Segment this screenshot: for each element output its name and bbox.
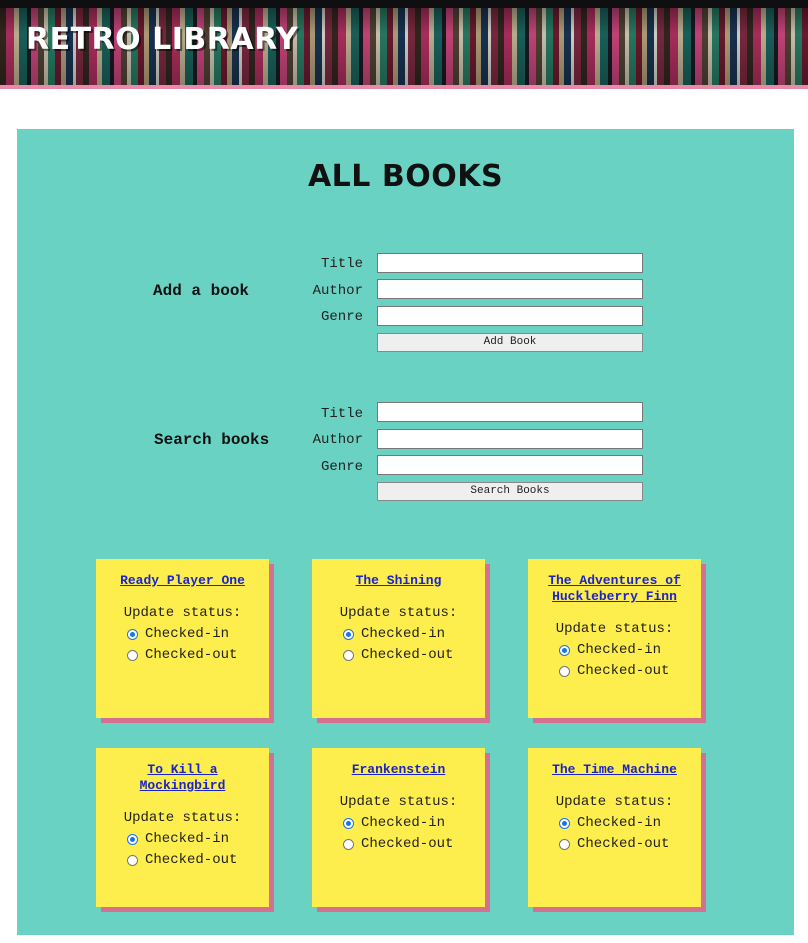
status-option-checked-in[interactable]: Checked-in <box>96 831 269 847</box>
book-card: The Time Machine Update status: Checked-… <box>528 748 701 907</box>
radio-label: Checked-in <box>361 815 446 831</box>
add-genre-label: Genre <box>320 309 363 325</box>
radio-button[interactable] <box>559 644 570 656</box>
search-author-label: Author <box>312 432 363 448</box>
update-status-label: Update status: <box>123 810 242 826</box>
add-author-label: Author <box>312 283 363 299</box>
radio-label: Checked-in <box>361 626 446 642</box>
search-title-input[interactable] <box>377 402 643 422</box>
search-genre-label: Genre <box>320 459 363 475</box>
radio-label: Checked-out <box>145 852 238 868</box>
radio-label: Checked-out <box>145 647 238 663</box>
update-status-label: Update status: <box>339 794 458 810</box>
book-card: The Adventures of Huckleberry Finn Updat… <box>528 559 701 718</box>
radio-label: Checked-out <box>577 663 670 679</box>
update-status-label: Update status: <box>123 605 242 621</box>
search-genre-input[interactable] <box>377 455 643 475</box>
radio-label: Checked-in <box>145 831 230 847</box>
site-title: RETRO LIBRARY <box>26 22 299 57</box>
radio-button[interactable] <box>127 854 138 866</box>
radio-button[interactable] <box>343 628 354 640</box>
book-title-link[interactable]: The Time Machine <box>540 762 689 778</box>
main-panel: ALL BOOKS Add a book Title Author Genre … <box>17 129 794 935</box>
book-card: Ready Player One Update status: Checked-… <box>96 559 269 718</box>
update-status-label: Update status: <box>555 621 674 637</box>
book-card: To Kill a Mockingbird Update status: Che… <box>96 748 269 907</box>
radio-button[interactable] <box>343 838 354 850</box>
radio-label: Checked-in <box>577 815 662 831</box>
search-title-label: Title <box>320 406 363 422</box>
book-card: Frankenstein Update status: Checked-in C… <box>312 748 485 907</box>
search-books-form: Search books Title Author Genre Search B… <box>17 401 794 501</box>
add-title-input[interactable] <box>377 253 643 273</box>
radio-button[interactable] <box>127 649 138 661</box>
search-books-button[interactable]: Search Books <box>377 482 643 501</box>
radio-label: Checked-out <box>577 836 670 852</box>
status-option-checked-in[interactable]: Checked-in <box>528 642 701 658</box>
radio-button[interactable] <box>559 665 570 677</box>
search-author-input[interactable] <box>377 429 643 449</box>
book-title-link[interactable]: To Kill a Mockingbird <box>108 762 257 794</box>
site-header: RETRO LIBRARY <box>0 0 808 89</box>
status-option-checked-in[interactable]: Checked-in <box>312 815 485 831</box>
radio-label: Checked-in <box>145 626 230 642</box>
status-option-checked-out[interactable]: Checked-out <box>312 647 485 663</box>
update-status-label: Update status: <box>339 605 458 621</box>
status-option-checked-in[interactable]: Checked-in <box>528 815 701 831</box>
radio-button[interactable] <box>559 817 570 829</box>
radio-button[interactable] <box>127 833 138 845</box>
status-option-checked-in[interactable]: Checked-in <box>312 626 485 642</box>
book-card: The Shining Update status: Checked-in Ch… <box>312 559 485 718</box>
status-option-checked-out[interactable]: Checked-out <box>96 647 269 663</box>
radio-button[interactable] <box>559 838 570 850</box>
book-title-link[interactable]: Frankenstein <box>324 762 473 778</box>
page-title: ALL BOOKS <box>307 159 504 194</box>
radio-label: Checked-out <box>361 836 454 852</box>
book-title-link[interactable]: The Shining <box>324 573 473 589</box>
add-title-label: Title <box>320 256 363 272</box>
update-status-label: Update status: <box>555 794 674 810</box>
add-book-button[interactable]: Add Book <box>377 333 643 352</box>
status-option-checked-in[interactable]: Checked-in <box>96 626 269 642</box>
status-option-checked-out[interactable]: Checked-out <box>312 836 485 852</box>
status-option-checked-out[interactable]: Checked-out <box>96 852 269 868</box>
book-title-link[interactable]: The Adventures of Huckleberry Finn <box>540 573 689 605</box>
radio-label: Checked-out <box>361 647 454 663</box>
book-title-link[interactable]: Ready Player One <box>108 573 257 589</box>
add-author-input[interactable] <box>377 279 643 299</box>
radio-button[interactable] <box>343 817 354 829</box>
radio-button[interactable] <box>343 649 354 661</box>
status-option-checked-out[interactable]: Checked-out <box>528 836 701 852</box>
status-option-checked-out[interactable]: Checked-out <box>528 663 701 679</box>
add-book-label: Add a book <box>153 282 250 300</box>
radio-label: Checked-in <box>577 642 662 658</box>
search-books-label: Search books <box>154 431 270 449</box>
radio-button[interactable] <box>127 628 138 640</box>
add-genre-input[interactable] <box>377 306 643 326</box>
add-book-form: Add a book Title Author Genre Add Book <box>17 251 794 352</box>
